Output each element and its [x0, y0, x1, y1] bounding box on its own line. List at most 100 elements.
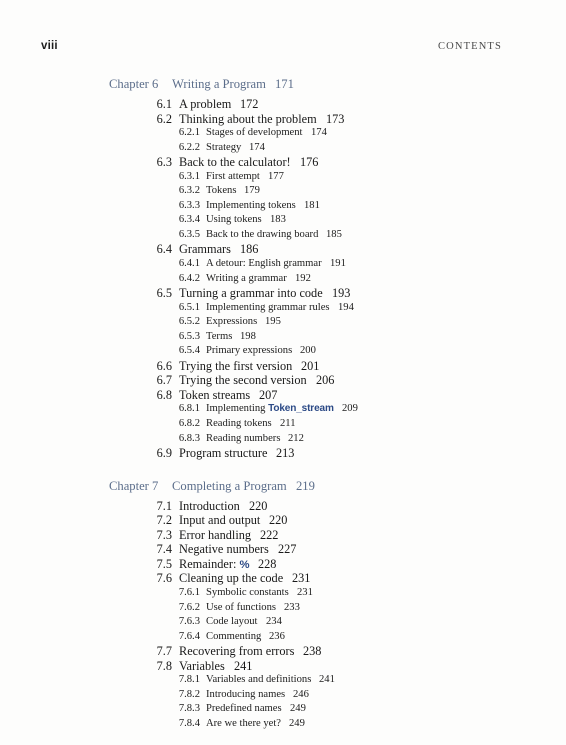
- entry-title-text: Variables and definitions: [206, 674, 312, 686]
- entry-title-text: Stages of development: [206, 127, 303, 139]
- entry-page-number: 231: [292, 571, 311, 586]
- entry-page-number: 179: [244, 185, 260, 197]
- entry-title: Remainder: %: [179, 557, 250, 572]
- entry-number: 6.8.2: [178, 418, 200, 430]
- toc-section-entry[interactable]: 6.5.4 Primary expressions 200: [0, 344, 566, 359]
- entry-title-text: Commenting: [206, 630, 262, 642]
- entry-title-text: Back to the calculator!: [179, 155, 291, 170]
- entry-title: Primary expressions: [206, 345, 292, 356]
- toc-section-entry[interactable]: 7.8.3 Predefined names 249: [0, 702, 566, 717]
- entry-page-number: 213: [276, 446, 295, 461]
- toc-section-entry[interactable]: 7.6.1 Symbolic constants 231: [0, 586, 566, 601]
- entry-title-text: Implementing: [206, 403, 269, 415]
- entry-title: Strategy: [206, 142, 241, 153]
- toc-section-entry[interactable]: 7.1 Introduction 220: [0, 499, 566, 514]
- toc-section-entry[interactable]: 7.2 Input and output 220: [0, 513, 566, 528]
- entry-title-text: Writing a grammar: [206, 272, 287, 284]
- toc-section-entry[interactable]: 7.8.2 Introducing names 246: [0, 688, 566, 703]
- toc-section-entry[interactable]: 7.3 Error handling 222: [0, 528, 566, 543]
- toc-section-entry[interactable]: 6.8 Token streams 207: [0, 388, 566, 403]
- entry-page-number: 186: [240, 242, 259, 257]
- folio-page-number: viii: [41, 40, 58, 52]
- toc-section-entry[interactable]: 6.5.3 Terms 198: [0, 330, 566, 345]
- toc-section-entry[interactable]: 7.6 Cleaning up the code 231: [0, 571, 566, 586]
- toc-section-entry[interactable]: 7.8.1 Variables and definitions 241: [0, 673, 566, 688]
- entry-number: 7.6.2: [178, 601, 200, 613]
- toc-section-entry[interactable]: 6.3.4 Using tokens 183: [0, 213, 566, 228]
- entry-number: 7.4: [156, 542, 172, 557]
- toc-section-entry[interactable]: 6.8.2 Reading tokens 211: [0, 417, 566, 432]
- toc-section-entry[interactable]: 6.3 Back to the calculator! 176: [0, 155, 566, 170]
- entry-title: Implementing grammar rules: [206, 302, 330, 313]
- toc-section-entry[interactable]: 6.3.5 Back to the drawing board 185: [0, 228, 566, 243]
- toc-section-entry[interactable]: 6.5.2 Expressions 195: [0, 315, 566, 330]
- entry-page-number: 220: [249, 498, 268, 513]
- entry-title-text: Recovering from errors: [179, 644, 295, 659]
- toc-chapter-entry[interactable]: Chapter 6 Writing a Program 171: [0, 72, 566, 97]
- toc-section-entry[interactable]: 7.7 Recovering from errors 238: [0, 644, 566, 659]
- toc-section-entry[interactable]: 6.2 Thinking about the problem 173: [0, 112, 566, 127]
- entry-title: Predefined names: [206, 703, 282, 714]
- toc-section-entry[interactable]: 6.8.1 Implementing Token_stream 209: [0, 402, 566, 417]
- entry-title: First attempt: [206, 171, 260, 182]
- toc-chapter-entry[interactable]: Chapter 7 Completing a Program 219: [0, 474, 566, 499]
- toc-section-entry[interactable]: 6.2.1 Stages of development 174: [0, 126, 566, 141]
- entry-number: 7.5: [156, 556, 172, 571]
- entry-title: Are we there yet?: [206, 718, 281, 729]
- entry-number: 6.3.2: [178, 185, 200, 197]
- toc-section-entry[interactable]: 6.9 Program structure 213: [0, 446, 566, 461]
- toc-section-entry[interactable]: 6.5 Turning a grammar into code 193: [0, 286, 566, 301]
- toc-section-entry[interactable]: 6.4 Grammars 186: [0, 242, 566, 257]
- entry-page-number: 222: [260, 527, 279, 542]
- toc-section-entry[interactable]: 6.1 A problem 172: [0, 97, 566, 112]
- entry-number: 6.3.5: [178, 228, 200, 240]
- entry-page-number: 198: [240, 330, 256, 342]
- entry-title: Thinking about the problem: [179, 112, 317, 127]
- toc-section-entry[interactable]: 7.8 Variables 241: [0, 659, 566, 674]
- toc-section-entry[interactable]: 6.4.1 A detour: English grammar 191: [0, 257, 566, 272]
- toc-section-entry[interactable]: 7.6.2 Use of functions 233: [0, 601, 566, 616]
- entry-title: Commenting: [206, 631, 261, 642]
- entry-title-text: Turning a grammar into code: [179, 286, 323, 301]
- entry-title: A problem: [179, 97, 231, 112]
- toc-section-entry[interactable]: 7.4 Negative numbers 227: [0, 542, 566, 557]
- entry-page-number: 171: [275, 77, 294, 91]
- entry-title: Stages of development: [206, 127, 303, 138]
- entry-page-number: 238: [303, 644, 322, 659]
- entry-title: Variables and definitions: [206, 674, 311, 685]
- entry-number: 6.6: [156, 358, 172, 373]
- toc-section-entry[interactable]: 6.3.1 First attempt 177: [0, 170, 566, 185]
- entry-number: 6.8.3: [178, 432, 200, 444]
- toc-section-entry[interactable]: 7.6.3 Code layout 234: [0, 615, 566, 630]
- entry-number: 6.8: [156, 387, 172, 402]
- entry-number: 6.4.2: [178, 272, 200, 284]
- toc-section-entry[interactable]: 6.3.2 Tokens 179: [0, 184, 566, 199]
- toc-section-entry[interactable]: 6.7 Trying the second version 206: [0, 373, 566, 388]
- entry-title-text: Token streams: [179, 387, 251, 402]
- entry-number: 6.3.1: [178, 170, 200, 182]
- entry-title-text: First attempt: [206, 170, 260, 182]
- entry-number: 6.5.1: [178, 301, 200, 313]
- entry-number: Chapter 6: [109, 77, 159, 91]
- entry-page-number: 220: [269, 513, 288, 528]
- toc-section-entry[interactable]: 6.8.3 Reading numbers 212: [0, 432, 566, 447]
- toc-section-entry[interactable]: 7.6.4 Commenting 236: [0, 630, 566, 645]
- entry-number: 6.3.4: [178, 214, 200, 226]
- entry-title: Implementing Token_stream: [206, 403, 334, 414]
- toc-section-entry[interactable]: 6.2.2 Strategy 174: [0, 141, 566, 156]
- entry-number: 7.8.4: [178, 717, 200, 729]
- entry-title-text: Tokens: [206, 185, 237, 197]
- entry-number: Chapter 7: [109, 478, 159, 493]
- entry-title: Reading numbers: [206, 433, 280, 444]
- toc-section-entry[interactable]: 6.4.2 Writing a grammar 192: [0, 272, 566, 287]
- entry-title-text: Code layout: [206, 616, 258, 628]
- toc-section-entry[interactable]: 7.8.4 Are we there yet? 249: [0, 717, 566, 732]
- toc-section-entry[interactable]: 6.5.1 Implementing grammar rules 194: [0, 301, 566, 316]
- entry-page-number: 241: [234, 658, 253, 673]
- toc-section-entry[interactable]: 6.3.3 Implementing tokens 181: [0, 199, 566, 214]
- entry-title-text: Trying the second version: [179, 373, 307, 388]
- toc-section-entry[interactable]: 7.5 Remainder: % 228: [0, 557, 566, 572]
- toc-section-entry[interactable]: 6.6 Trying the first version 201: [0, 359, 566, 374]
- entry-number: 6.9: [156, 446, 172, 461]
